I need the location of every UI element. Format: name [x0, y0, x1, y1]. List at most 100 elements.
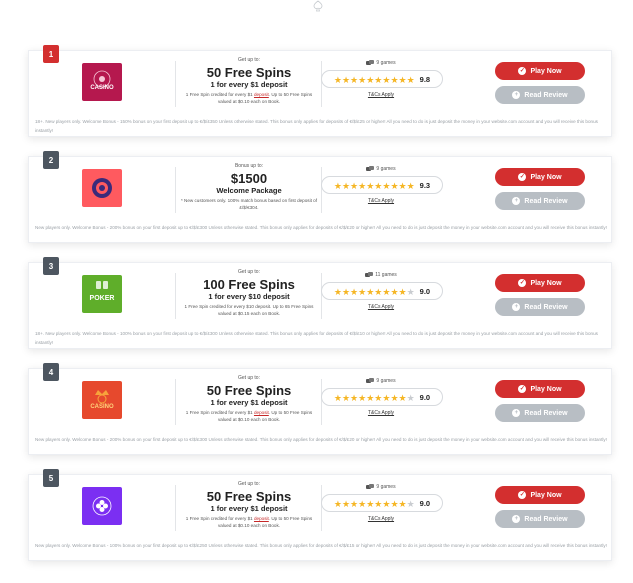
- games-count: 9 games: [321, 377, 441, 385]
- games-count: 11 games: [321, 271, 441, 279]
- terms-text: New players only. Welcome Bonus - 200% b…: [35, 225, 607, 230]
- star-icon: ★: [358, 181, 367, 191]
- casino-card-4: 4 CASINO Get up to: 50 Free Spins 1 for …: [28, 363, 612, 455]
- casino-card-1: 1 CASINO Get up to: 50 Free Spins 1 for …: [28, 45, 612, 137]
- check-icon: ✓: [518, 385, 527, 393]
- check-icon: ✓: [518, 173, 527, 181]
- offer-sub: 1 for every $1 deposit: [210, 504, 288, 513]
- tcs-link[interactable]: T&Cs Apply: [321, 410, 441, 416]
- offer-sub: 1 for every $1 deposit: [210, 80, 288, 89]
- star-icon: ★: [406, 287, 415, 297]
- play-now-button[interactable]: ✓ Play Now: [495, 274, 585, 292]
- star-icon: ★: [333, 75, 342, 85]
- star-icon: ★: [390, 287, 399, 297]
- offer-top-label: Get up to:: [238, 269, 260, 275]
- star-icon: ★: [358, 393, 367, 403]
- star-icon: ★: [406, 181, 415, 191]
- casino-logo[interactable]: CASINO: [82, 63, 122, 101]
- star-icon: ★: [398, 181, 407, 191]
- tcs-link[interactable]: T&Cs Apply: [321, 198, 441, 204]
- deposit-link[interactable]: deposit: [254, 92, 269, 97]
- offer-block: Get up to: 100 Free Spins 1 for every $1…: [179, 269, 319, 317]
- rank-badge: 5: [43, 469, 59, 487]
- star-icon: ★: [341, 75, 351, 85]
- read-review-button[interactable]: + Read Review: [495, 510, 585, 528]
- offer-fine-print: 1 Free Spin credited for every $1 deposi…: [185, 516, 313, 528]
- offer-sub: 1 for every $1 deposit: [210, 398, 288, 407]
- logo-text: POKER: [89, 295, 115, 302]
- read-review-button[interactable]: + Read Review: [495, 298, 585, 316]
- star-icon: ★: [333, 393, 342, 403]
- rank-badge: 1: [43, 45, 59, 63]
- casino-crown-logo[interactable]: CASINO: [82, 381, 122, 419]
- star-icon: ★: [390, 181, 399, 191]
- star-rating: ★★★★★★★★★★ 9.8: [321, 70, 443, 88]
- star-icon: ★: [406, 75, 415, 85]
- star-icon: ★: [341, 287, 351, 297]
- games-count: 9 games: [321, 59, 441, 67]
- read-review-button[interactable]: + Read Review: [495, 86, 585, 104]
- star-icon: ★: [350, 75, 359, 85]
- plus-icon: +: [512, 91, 521, 99]
- star-icon: ★: [341, 181, 351, 191]
- rank-badge: 2: [43, 151, 59, 169]
- offer-block: Bonus up to: $1500 Welcome Package * New…: [179, 163, 319, 211]
- star-icon: ★: [398, 287, 407, 297]
- offer-block: Get up to: 50 Free Spins 1 for every $1 …: [179, 57, 319, 105]
- plus-icon: +: [512, 409, 521, 417]
- read-review-button[interactable]: + Read Review: [495, 192, 585, 210]
- offer-fine-print: 1 Free Spin credited for every $1 deposi…: [185, 410, 313, 422]
- play-now-button[interactable]: ✓ Play Now: [495, 168, 585, 186]
- spade-icon: [313, 0, 323, 12]
- rating-block: 9 games ★★★★★★★★★★ 9.8 T&Cs Apply: [321, 59, 443, 98]
- rating-block: 9 games ★★★★★★★★★★ 9.3 T&Cs Apply: [321, 165, 443, 204]
- rating-score: 9.8: [419, 74, 431, 84]
- rating-block: 9 games ★★★★★★★★★★ 9.0 T&Cs Apply: [321, 483, 443, 522]
- star-icon: ★: [398, 393, 407, 403]
- games-count: 9 games: [321, 483, 441, 491]
- offer-top-label: Get up to:: [238, 375, 260, 381]
- tcs-link[interactable]: T&Cs Apply: [321, 92, 441, 98]
- offer-sub: 1 for every $10 deposit: [208, 292, 290, 301]
- play-now-button[interactable]: ✓ Play Now: [495, 486, 585, 504]
- rating-block: 9 games ★★★★★★★★★★ 9.0 T&Cs Apply: [321, 377, 443, 416]
- poker-logo[interactable]: POKER: [82, 275, 122, 313]
- star-icon: ★: [350, 181, 359, 191]
- deposit-link[interactable]: deposit: [254, 516, 269, 521]
- star-icon: ★: [358, 499, 367, 509]
- star-icon: ★: [398, 75, 407, 85]
- check-icon: ✓: [518, 67, 527, 75]
- star-icon: ★: [390, 75, 399, 85]
- star-icon: ★: [358, 287, 367, 297]
- star-icon: ★: [333, 181, 342, 191]
- star-icon: ★: [333, 287, 342, 297]
- offer-block: Get up to: 50 Free Spins 1 for every $1 …: [179, 481, 319, 529]
- read-review-button[interactable]: + Read Review: [495, 404, 585, 422]
- play-now-button[interactable]: ✓ Play Now: [495, 62, 585, 80]
- clover-logo[interactable]: [82, 487, 122, 525]
- plus-icon: +: [512, 197, 521, 205]
- terms-text: 18+. New players only. Welcome Bonus - 1…: [35, 331, 598, 345]
- offer-fine-print: * New customers only. 100% match bonus b…: [180, 198, 317, 210]
- star-icon: ★: [341, 499, 351, 509]
- offer-fine-print: 1 Free Spin credited for every $1 deposi…: [185, 92, 313, 104]
- offer-headline: 50 Free Spins: [206, 383, 292, 398]
- star-icon: ★: [341, 393, 351, 403]
- games-icon: [365, 272, 374, 277]
- logo-text: CASINO: [90, 85, 114, 91]
- offer-top-label: Get up to:: [238, 481, 260, 487]
- offer-sub: Welcome Package: [216, 186, 282, 195]
- play-now-button[interactable]: ✓ Play Now: [495, 380, 585, 398]
- star-icon: ★: [406, 393, 415, 403]
- chip-logo[interactable]: [82, 169, 122, 207]
- tcs-link[interactable]: T&Cs Apply: [321, 516, 441, 522]
- offer-top-label: Get up to:: [238, 57, 260, 63]
- offer-headline: 50 Free Spins: [206, 489, 292, 504]
- games-icon: [366, 484, 375, 489]
- deposit-link[interactable]: deposit: [254, 410, 269, 415]
- tcs-link[interactable]: T&Cs Apply: [321, 304, 441, 310]
- rank-badge: 3: [43, 257, 59, 275]
- star-icon: ★: [358, 75, 367, 85]
- check-icon: ✓: [518, 279, 527, 287]
- terms-text: New players only. Welcome Bonus - 100% b…: [35, 543, 607, 548]
